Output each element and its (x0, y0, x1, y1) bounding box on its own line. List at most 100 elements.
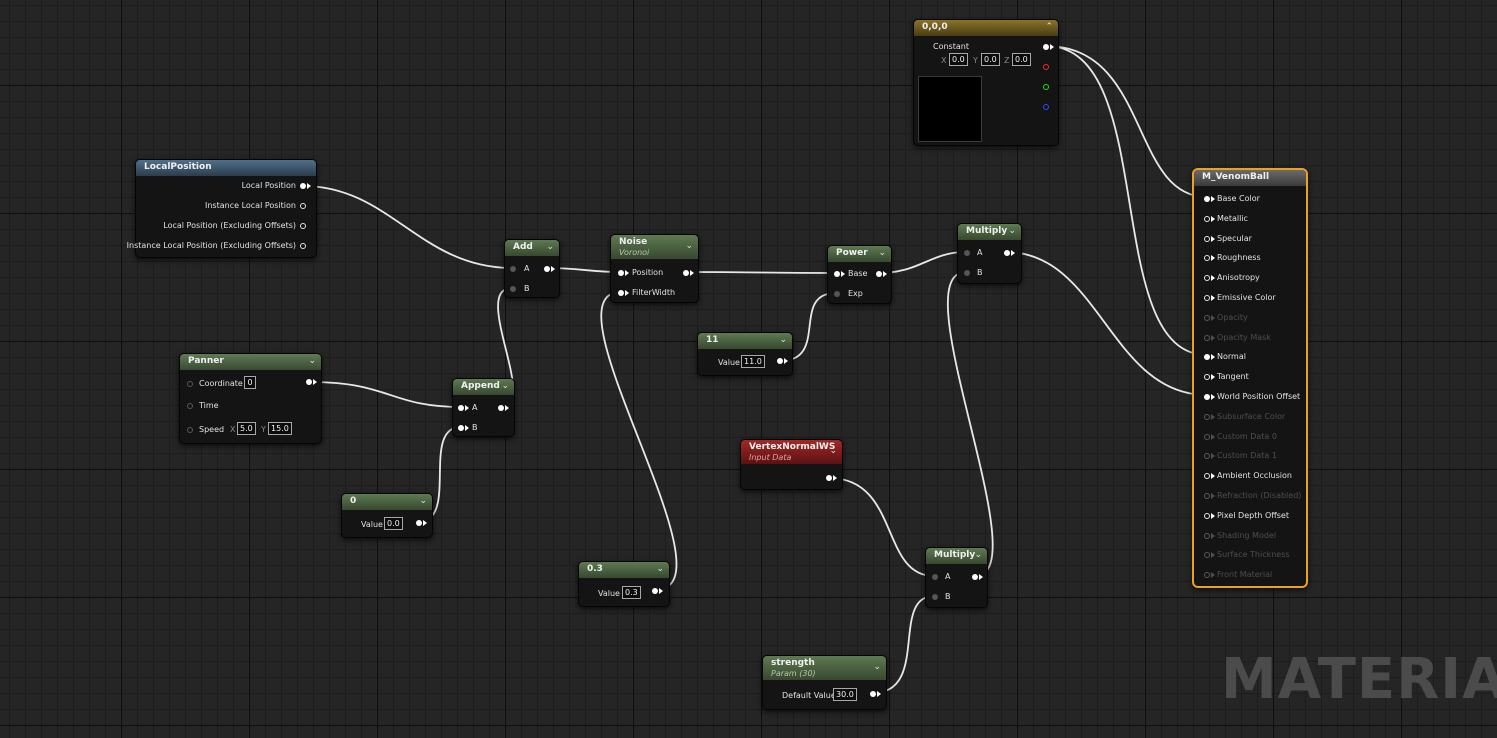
result-input-pin[interactable] (1204, 275, 1210, 282)
node-header[interactable]: 0 ⌄ (342, 494, 432, 510)
constant-output-pin[interactable] (416, 520, 422, 526)
node-header[interactable]: Multiply ⌄ (958, 224, 1021, 240)
coordinate-pin[interactable] (187, 381, 193, 387)
result-input-pin[interactable] (1204, 394, 1210, 400)
result-input-pin[interactable] (1204, 235, 1210, 242)
node-header[interactable]: 0,0,0 ⌃ (914, 20, 1058, 36)
node-header[interactable]: M_VenomBall (1194, 170, 1306, 186)
multiply-output-pin[interactable] (972, 574, 978, 580)
node-header[interactable]: Multiply ⌄ (926, 548, 987, 564)
node-header[interactable]: LocalPosition (136, 160, 316, 176)
chevron-down-icon[interactable]: ⌄ (656, 564, 664, 574)
coordinate-field[interactable]: 0 (244, 376, 256, 389)
result-input-pin[interactable] (1204, 512, 1210, 519)
result-input-pin[interactable] (1204, 433, 1210, 440)
result-input-pin[interactable] (1204, 354, 1210, 361)
instance-local-position-excl-pin[interactable] (300, 243, 306, 249)
power-output-pin[interactable] (876, 271, 882, 277)
x-value-field[interactable]: 0.0 (949, 53, 968, 66)
multiply-b-pin[interactable] (964, 270, 970, 276)
constant-output-pin[interactable] (777, 358, 783, 364)
node-header[interactable]: Power ⌄ (828, 246, 891, 262)
add-output-pin[interactable] (544, 266, 550, 272)
constant3-node[interactable]: 0,0,0 ⌃ Constant X 0.0 Y 0.0 Z 0.0 (913, 19, 1059, 146)
multiply-a-pin[interactable] (932, 574, 938, 580)
append-output-pin[interactable] (498, 405, 504, 411)
strength-output-pin[interactable] (870, 691, 876, 697)
y-value-field[interactable]: 0.0 (981, 53, 1000, 66)
result-input-pin[interactable] (1204, 314, 1210, 321)
default-value-field[interactable]: 30.0 (833, 688, 857, 701)
b-output-pin[interactable] (1043, 104, 1049, 110)
chevron-down-icon[interactable]: ⌄ (779, 335, 787, 345)
multiply-b-pin[interactable] (932, 594, 938, 600)
result-input-pin[interactable] (1204, 552, 1210, 559)
append-a-pin[interactable] (458, 405, 464, 411)
chevron-down-icon[interactable]: ⌄ (878, 248, 886, 258)
noise-position-pin[interactable] (618, 270, 624, 276)
multiply-bottom-node[interactable]: Multiply ⌄ A B (925, 547, 988, 608)
power-base-pin[interactable] (834, 271, 840, 277)
add-a-pin[interactable] (510, 266, 516, 272)
value-field[interactable]: 0.0 (384, 517, 403, 530)
chevron-down-icon[interactable]: ⌄ (873, 662, 881, 672)
time-pin[interactable] (187, 403, 193, 409)
constant-output-pin[interactable] (652, 588, 658, 594)
constant-0-node[interactable]: 0 ⌄ Value 0.0 (341, 493, 433, 538)
r-output-pin[interactable] (1043, 64, 1049, 70)
chevron-down-icon[interactable]: ⌄ (829, 446, 837, 456)
power-node[interactable]: Power ⌄ Base Exp (827, 245, 892, 304)
g-output-pin[interactable] (1043, 84, 1049, 90)
power-exp-pin[interactable] (834, 291, 840, 297)
constant-0-3-node[interactable]: 0.3 ⌄ Value 0.3 (578, 561, 670, 607)
append-b-pin[interactable] (458, 425, 464, 431)
chevron-down-icon[interactable]: ⌄ (419, 496, 427, 506)
result-input-pin[interactable] (1204, 413, 1210, 420)
result-input-pin[interactable] (1204, 532, 1210, 539)
chevron-down-icon[interactable]: ⌄ (501, 381, 509, 391)
add-node[interactable]: Add ⌄ A B (504, 239, 560, 298)
node-header[interactable]: Noise Voronoi ⌄ (611, 235, 698, 259)
constant-11-node[interactable]: 11 ⌄ Value 11.0 (697, 332, 793, 376)
speed-x-field[interactable]: 5.0 (237, 422, 256, 435)
result-input-pin[interactable] (1204, 196, 1210, 202)
instance-local-position-pin[interactable] (300, 203, 306, 209)
node-header[interactable]: Append ⌄ (453, 379, 514, 395)
value-field[interactable]: 11.0 (741, 355, 765, 368)
chevron-down-icon[interactable]: ⌄ (546, 242, 554, 252)
chevron-down-icon[interactable]: ⌄ (685, 241, 693, 251)
local-position-node[interactable]: LocalPosition Local Position Instance Lo… (127, 159, 317, 258)
strength-param-node[interactable]: strength Param (30) ⌄ Default Value 30.0 (762, 655, 887, 710)
multiply-output-pin[interactable] (1004, 250, 1010, 256)
result-input-pin[interactable] (1204, 215, 1210, 222)
result-input-pin[interactable] (1204, 453, 1210, 460)
node-header[interactable]: Panner ⌄ (180, 354, 321, 370)
noise-output-pin[interactable] (683, 270, 689, 276)
result-input-pin[interactable] (1204, 493, 1210, 499)
noise-node[interactable]: Noise Voronoi ⌄ Position FilterWidth (610, 234, 699, 303)
vertex-normal-output-pin[interactable] (826, 475, 832, 481)
result-input-pin[interactable] (1204, 334, 1210, 341)
result-input-pin[interactable] (1204, 572, 1210, 579)
node-header[interactable]: 0.3 ⌄ (579, 562, 669, 578)
result-input-pin[interactable] (1204, 255, 1210, 262)
multiply-top-node[interactable]: Multiply ⌄ A B (957, 223, 1022, 284)
chevron-down-icon[interactable]: ⌄ (974, 550, 982, 560)
append-node[interactable]: Append ⌄ A B (452, 378, 515, 437)
node-header[interactable]: 11 ⌄ (698, 333, 792, 349)
value-field[interactable]: 0.3 (622, 586, 641, 599)
z-value-field[interactable]: 0.0 (1012, 53, 1031, 66)
node-header[interactable]: VertexNormalWS Input Data ⌄ (741, 440, 842, 464)
chevron-down-icon[interactable]: ⌄ (308, 356, 316, 366)
noise-filterwidth-pin[interactable] (618, 290, 624, 296)
collapse-icon[interactable]: ⌃ (1045, 22, 1053, 32)
result-input-pin[interactable] (1204, 374, 1210, 381)
speed-pin[interactable] (187, 427, 193, 433)
panner-output-pin[interactable] (306, 379, 312, 385)
local-position-excl-pin[interactable] (300, 223, 306, 229)
vertex-normal-ws-node[interactable]: VertexNormalWS Input Data ⌄ (740, 439, 843, 490)
result-input-pin[interactable] (1204, 473, 1210, 480)
local-position-output-pin[interactable] (300, 183, 306, 189)
result-input-pin[interactable] (1204, 295, 1210, 301)
speed-y-field[interactable]: 15.0 (268, 422, 292, 435)
